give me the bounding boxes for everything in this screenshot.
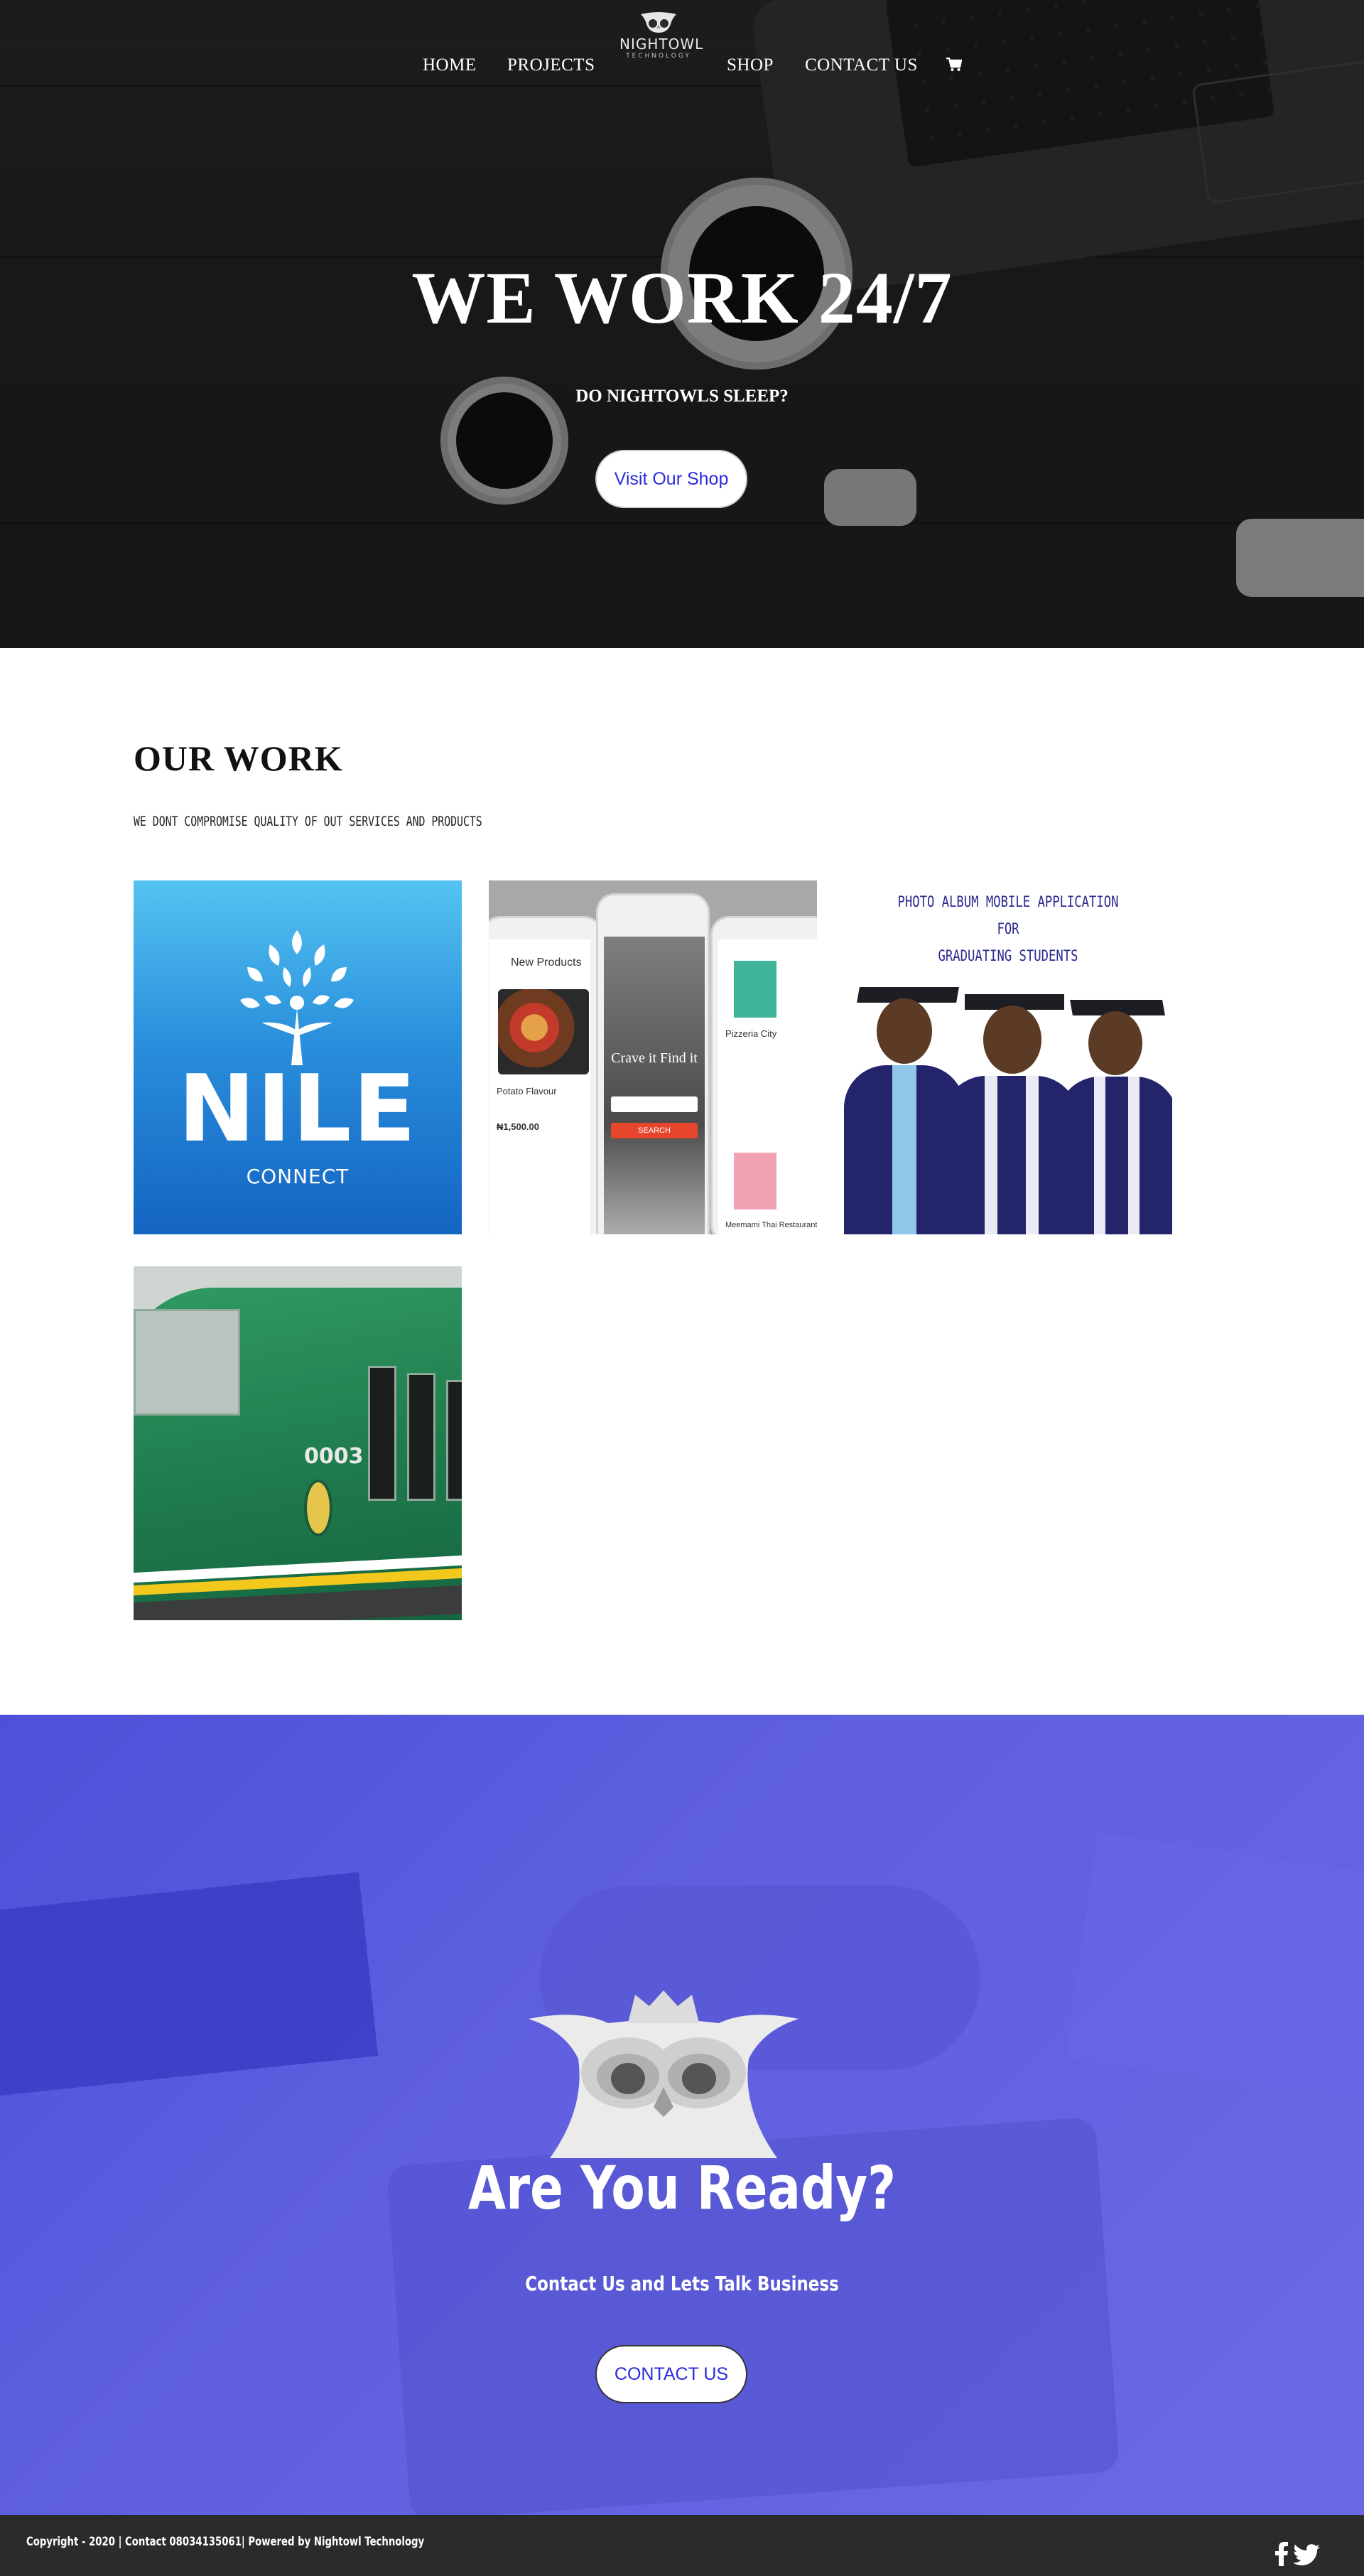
train-window: [368, 1366, 396, 1501]
footer: Copyright - 2020 | Contact 08034135061| …: [0, 2515, 1364, 2576]
train-number: 0003: [304, 1444, 364, 1469]
student-figure: [1057, 1000, 1172, 1234]
cta-title: Are You Ready?: [467, 2153, 897, 2223]
album-caption-line: GRADUATING STUDENTS: [938, 947, 1078, 964]
food-background: [604, 937, 705, 1234]
screen-item: Meemami Thai Restaurant: [725, 1221, 817, 1229]
train-window: [407, 1373, 435, 1501]
visit-shop-button[interactable]: Visit Our Shop: [595, 450, 747, 508]
our-work-subtitle: WE DONT COMPROMISE QUALITY OF OUT SERVIC…: [134, 814, 482, 829]
twitter-icon[interactable]: [1293, 2544, 1320, 2570]
tree-logo-icon: [240, 930, 354, 1065]
footer-copyright: Copyright - 2020 | Contact 08034135061| …: [26, 2535, 425, 2549]
phone-screen: Crave it Find it SEARCH: [604, 937, 705, 1234]
project-tile-food-app[interactable]: New Products Potato Flavour ₦1,500.00 Cr…: [489, 880, 817, 1234]
pizza-image: [498, 989, 589, 1074]
main-nav: HOME PROJECTS NIGHTOWL TECHNOLOGY SHOP C…: [0, 0, 1364, 128]
screen-item: Potato Flavour: [497, 1086, 557, 1096]
phone-screen: Pizzeria City Meemami Thai Restaurant: [718, 939, 817, 1234]
project-tile-nile-connect[interactable]: NILE CONNECT: [134, 880, 462, 1234]
brand-name: NIGHTOWL: [619, 36, 704, 53]
student-face: [877, 998, 932, 1064]
facebook-icon[interactable]: [1275, 2542, 1288, 2570]
train-window: [446, 1380, 462, 1501]
nightowl-logo[interactable]: NIGHTOWL TECHNOLOGY: [619, 10, 704, 70]
project-tile-train[interactable]: 0003: [134, 1266, 462, 1620]
screen-title: New Products: [511, 956, 582, 969]
owl-logo-icon: [641, 12, 676, 33]
shopping-cart-icon[interactable]: [946, 57, 963, 75]
train-window: [134, 1309, 240, 1416]
nav-home-link[interactable]: HOME: [423, 55, 477, 75]
contact-us-button[interactable]: CONTACT US: [595, 2345, 747, 2403]
stole: [985, 1076, 997, 1234]
screen-price: ₦1,500.00: [497, 1121, 539, 1132]
project-tile-photo-album[interactable]: PHOTO ALBUM MOBILE APPLICATION FOR GRADU…: [844, 880, 1172, 1234]
stole: [892, 1065, 916, 1234]
gown: [1057, 1077, 1172, 1234]
nile-wordmark: NILE: [178, 1055, 418, 1163]
restaurant-thumb: [734, 961, 776, 1018]
our-work-title: OUR WORK: [134, 738, 343, 778]
nav-projects-link[interactable]: PROJECTS: [507, 55, 595, 75]
handshake-arm-left: [0, 1872, 379, 2098]
stole: [1094, 1077, 1105, 1234]
phone-mockup-left: New Products Potato Flavour ₦1,500.00: [489, 916, 602, 1234]
album-caption-line: FOR: [997, 920, 1019, 937]
nav-contact-link[interactable]: CONTACT US: [805, 55, 918, 75]
restaurant-thumb: [734, 1153, 776, 1209]
handshake-arm-right: [1066, 1833, 1364, 2108]
stole: [1128, 1077, 1140, 1234]
hero-section: HOME PROJECTS NIGHTOWL TECHNOLOGY SHOP C…: [0, 0, 1364, 648]
cta-subtitle: Contact Us and Lets Talk Business: [525, 2272, 839, 2295]
student-face: [1088, 1011, 1142, 1075]
hero-subtitle: DO NIGHTOWLS SLEEP?: [575, 387, 789, 406]
train-emblem: [304, 1480, 332, 1536]
phone-screen: New Products Potato Flavour ₦1,500.00: [489, 939, 590, 1234]
brand-sub: TECHNOLOGY: [626, 53, 691, 60]
nav-shop-link[interactable]: SHOP: [727, 55, 774, 75]
student-face: [983, 1006, 1041, 1074]
search-field: [611, 1096, 698, 1112]
stole: [1026, 1076, 1039, 1234]
phone-mockup-center: Crave it Find it SEARCH: [596, 893, 710, 1234]
screen-headline: Crave it Find it: [611, 1050, 698, 1066]
hero-title: WE WORK 24/7: [411, 257, 953, 339]
album-caption-line: PHOTO ALBUM MOBILE APPLICATION: [897, 893, 1119, 910]
search-button: SEARCH: [611, 1123, 698, 1138]
screen-item: Pizzeria City: [725, 1028, 777, 1039]
phone-mockup-right: Pizzeria City Meemami Thai Restaurant: [710, 916, 817, 1234]
owl-mascot-icon: [529, 1990, 799, 2158]
nile-caption: CONNECT: [246, 1165, 350, 1188]
